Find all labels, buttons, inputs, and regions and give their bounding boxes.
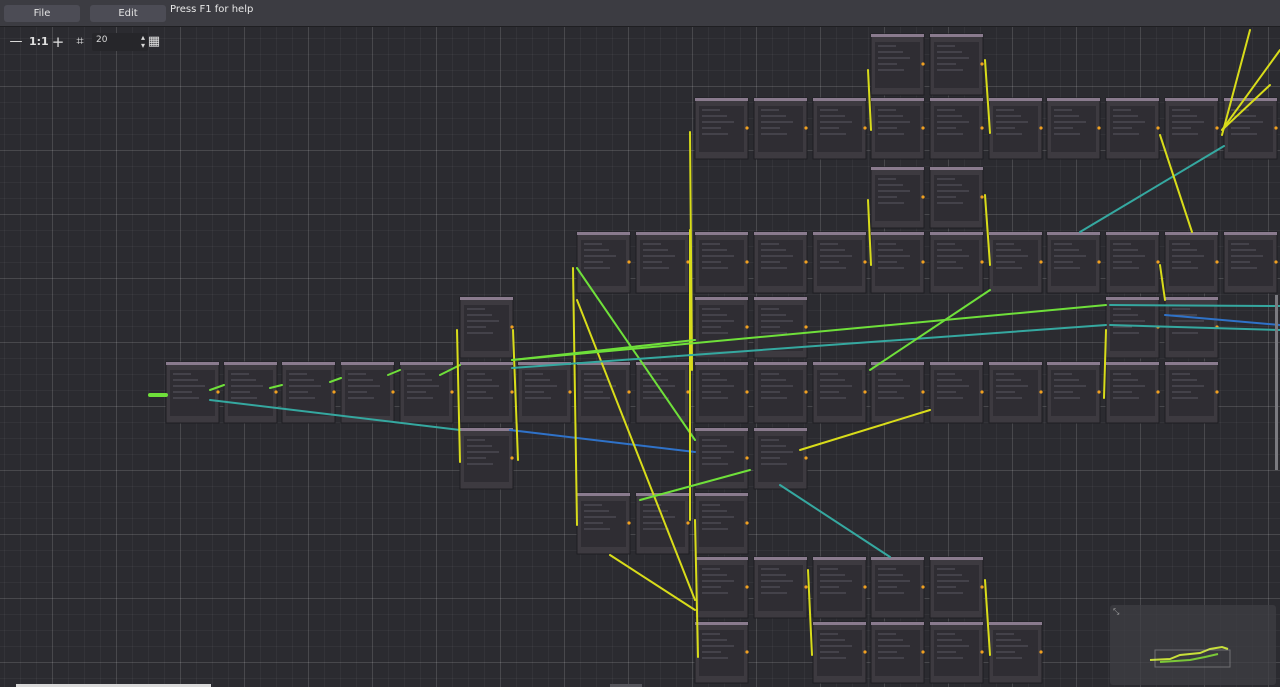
- graph-node[interactable]: [576, 492, 631, 555]
- graph-node[interactable]: [929, 33, 984, 96]
- graph-node[interactable]: [812, 621, 867, 684]
- zoom-in-button[interactable]: +: [50, 33, 66, 51]
- help-hint: Press F1 for help: [170, 4, 254, 15]
- minimap-toggle-button[interactable]: ▦: [146, 33, 162, 51]
- graph-node[interactable]: [812, 231, 867, 294]
- graph-node[interactable]: [988, 361, 1043, 424]
- grid-snap-icon: ⌗: [76, 34, 84, 49]
- graph-node[interactable]: [929, 97, 984, 160]
- graph-node[interactable]: [753, 97, 808, 160]
- graph-node[interactable]: [870, 33, 925, 96]
- graph-canvas[interactable]: [0, 27, 1280, 687]
- graph-node[interactable]: [635, 492, 690, 555]
- graph-node[interactable]: [929, 361, 984, 424]
- graph-node[interactable]: [223, 361, 278, 424]
- minimap-icon: ▦: [147, 34, 161, 49]
- connection-wire[interactable]: [609, 554, 696, 611]
- graph-node[interactable]: [870, 97, 925, 160]
- graph-node[interactable]: [988, 621, 1043, 684]
- graph-node[interactable]: [459, 296, 514, 359]
- graph-node[interactable]: [1105, 231, 1160, 294]
- graph-node[interactable]: [694, 621, 749, 684]
- graph-node[interactable]: [988, 231, 1043, 294]
- graph-node[interactable]: [870, 621, 925, 684]
- snap-step-spinbox[interactable]: 20 ▴ ▾: [92, 33, 148, 51]
- graph-node[interactable]: [870, 231, 925, 294]
- connection-wire[interactable]: [509, 429, 696, 453]
- file-menu-button[interactable]: File: [4, 5, 80, 22]
- graph-node[interactable]: [694, 361, 749, 424]
- menu-bar: File Edit Press F1 for help: [0, 0, 1280, 27]
- graph-node[interactable]: [694, 231, 749, 294]
- graph-node[interactable]: [1223, 97, 1278, 160]
- graph-node[interactable]: [1164, 231, 1219, 294]
- graph-node[interactable]: [694, 492, 749, 555]
- graph-node[interactable]: [340, 361, 395, 424]
- graph-node[interactable]: [753, 361, 808, 424]
- graph-node[interactable]: [812, 97, 867, 160]
- connection-wire[interactable]: [572, 267, 578, 526]
- graph-edit-area[interactable]: [0, 27, 1280, 687]
- graph-node[interactable]: [929, 621, 984, 684]
- graph-node[interactable]: [1046, 231, 1101, 294]
- graph-node[interactable]: [694, 427, 749, 490]
- connection-wire[interactable]: [984, 194, 991, 266]
- edit-menu-button[interactable]: Edit: [90, 5, 166, 22]
- snap-step-value[interactable]: 20: [96, 35, 107, 45]
- connection-wire[interactable]: [807, 569, 813, 656]
- graph-node[interactable]: [1105, 361, 1160, 424]
- connection-wire[interactable]: [512, 329, 519, 461]
- graph-node[interactable]: [1223, 231, 1278, 294]
- graph-node[interactable]: [870, 166, 925, 229]
- graph-node[interactable]: [812, 361, 867, 424]
- minimap[interactable]: ⤡: [1110, 605, 1276, 685]
- connection-wire[interactable]: [984, 59, 991, 134]
- plus-icon: +: [51, 33, 65, 51]
- graph-node[interactable]: [694, 556, 749, 619]
- minus-icon: —: [9, 34, 23, 49]
- graph-node[interactable]: [812, 556, 867, 619]
- graph-node[interactable]: [753, 231, 808, 294]
- graph-node[interactable]: [870, 556, 925, 619]
- graph-node[interactable]: [517, 361, 572, 424]
- connection-wire[interactable]: [779, 484, 891, 558]
- graph-node[interactable]: [929, 231, 984, 294]
- spin-arrows-icon[interactable]: ▴ ▾: [141, 34, 145, 50]
- graph-node[interactable]: [753, 556, 808, 619]
- graph-node[interactable]: [576, 231, 631, 294]
- zoom-out-button[interactable]: —: [8, 33, 24, 51]
- vertical-scrollbar[interactable]: [1275, 295, 1278, 470]
- snap-toggle-button[interactable]: ⌗: [72, 33, 88, 51]
- graph-node[interactable]: [753, 427, 808, 490]
- zoom-reset-button[interactable]: 1:1: [29, 33, 49, 51]
- graph-node[interactable]: [459, 427, 514, 490]
- graph-node[interactable]: [1046, 361, 1101, 424]
- graph-node[interactable]: [1046, 97, 1101, 160]
- graph-node[interactable]: [929, 556, 984, 619]
- graph-node[interactable]: [1164, 361, 1219, 424]
- connection-wire[interactable]: [511, 304, 1107, 361]
- minimap-preview: [1149, 645, 1231, 668]
- graph-node[interactable]: [1105, 97, 1160, 160]
- connection-wire[interactable]: [869, 289, 991, 371]
- connection-wire[interactable]: [1109, 304, 1280, 307]
- graph-node[interactable]: [635, 231, 690, 294]
- graph-node[interactable]: [694, 97, 749, 160]
- zoom-reset-icon: 1:1: [29, 35, 49, 48]
- graph-node[interactable]: [929, 166, 984, 229]
- connection-wire[interactable]: [984, 579, 991, 656]
- nodes-layer: [165, 33, 1278, 684]
- graph-node[interactable]: [694, 296, 749, 359]
- graph-node[interactable]: [988, 97, 1043, 160]
- graph-node[interactable]: [1164, 97, 1219, 160]
- connection-wire[interactable]: [1159, 264, 1166, 301]
- graph-node[interactable]: [165, 361, 220, 424]
- graph-node[interactable]: [459, 361, 514, 424]
